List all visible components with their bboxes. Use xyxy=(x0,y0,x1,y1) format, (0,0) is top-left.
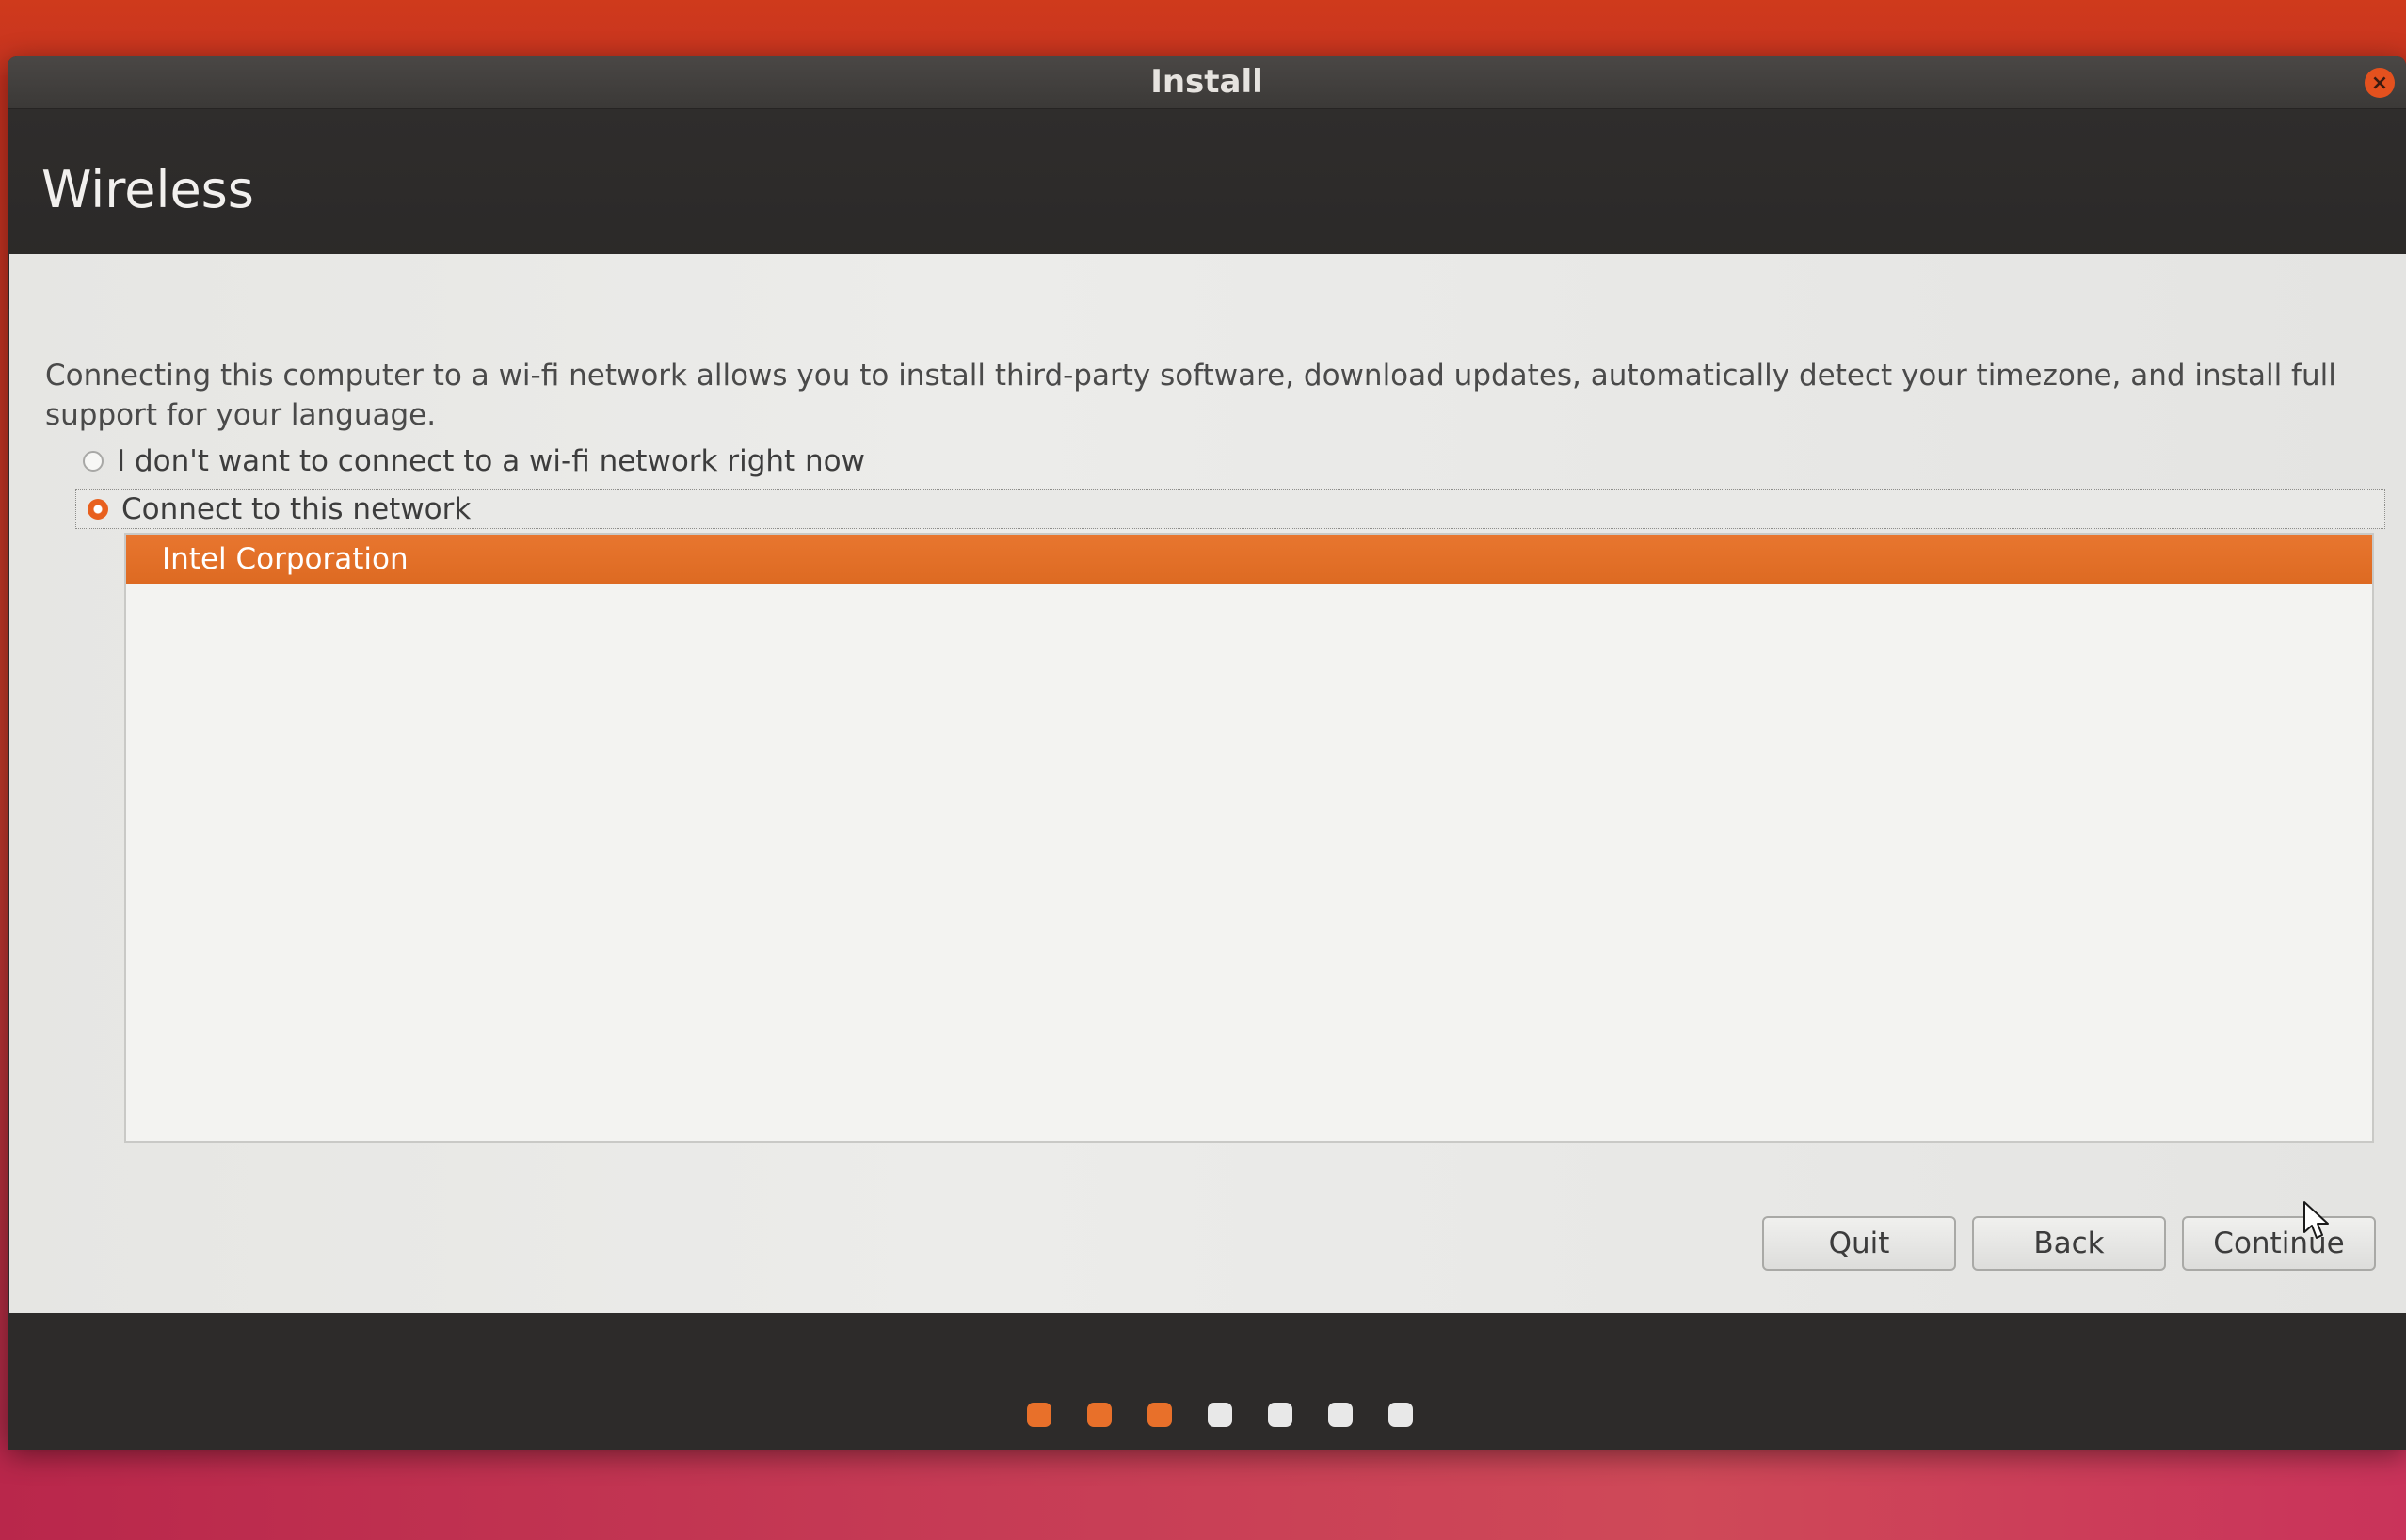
continue-button[interactable]: Continue xyxy=(2182,1216,2376,1271)
progress-dot-pending xyxy=(1328,1403,1353,1427)
progress-dot-pending xyxy=(1208,1403,1232,1427)
progress-dot-pending xyxy=(1388,1403,1413,1427)
progress-footer xyxy=(8,1313,2406,1450)
close-icon: × xyxy=(2370,71,2389,95)
progress-dots xyxy=(1027,1403,1413,1427)
page-title: Wireless xyxy=(41,160,254,219)
mouse-cursor-icon xyxy=(2303,1201,2329,1239)
no-connect-option[interactable]: I don't want to connect to a wi-fi netwo… xyxy=(83,442,865,480)
wireless-description: Connecting this computer to a wi-fi netw… xyxy=(45,359,2336,432)
close-button[interactable]: × xyxy=(2365,68,2395,98)
progress-dot-pending xyxy=(1268,1403,1292,1427)
progress-dot-completed xyxy=(1147,1403,1172,1427)
quit-button[interactable]: Quit xyxy=(1762,1216,1956,1271)
no-connect-radio[interactable] xyxy=(83,451,104,472)
connect-label: Connect to this network xyxy=(121,492,472,526)
title-bar[interactable]: Install × xyxy=(8,56,2406,109)
network-item[interactable]: Intel Corporation xyxy=(126,535,2372,584)
progress-dot-completed xyxy=(1027,1403,1051,1427)
back-button[interactable]: Back xyxy=(1972,1216,2166,1271)
desktop-background-bottom xyxy=(0,1440,2406,1540)
no-connect-label: I don't want to connect to a wi-fi netwo… xyxy=(117,444,865,478)
progress-dot-completed xyxy=(1087,1403,1112,1427)
content-area: Connecting this computer to a wi-fi netw… xyxy=(9,254,2406,1313)
connect-option[interactable]: Connect to this network xyxy=(75,489,2385,529)
installer-window: Install × Wireless Connecting this compu… xyxy=(8,56,2406,1450)
network-list[interactable]: Intel Corporation xyxy=(124,533,2374,1143)
connect-radio[interactable] xyxy=(88,499,108,520)
window-title: Install xyxy=(1150,63,1263,101)
